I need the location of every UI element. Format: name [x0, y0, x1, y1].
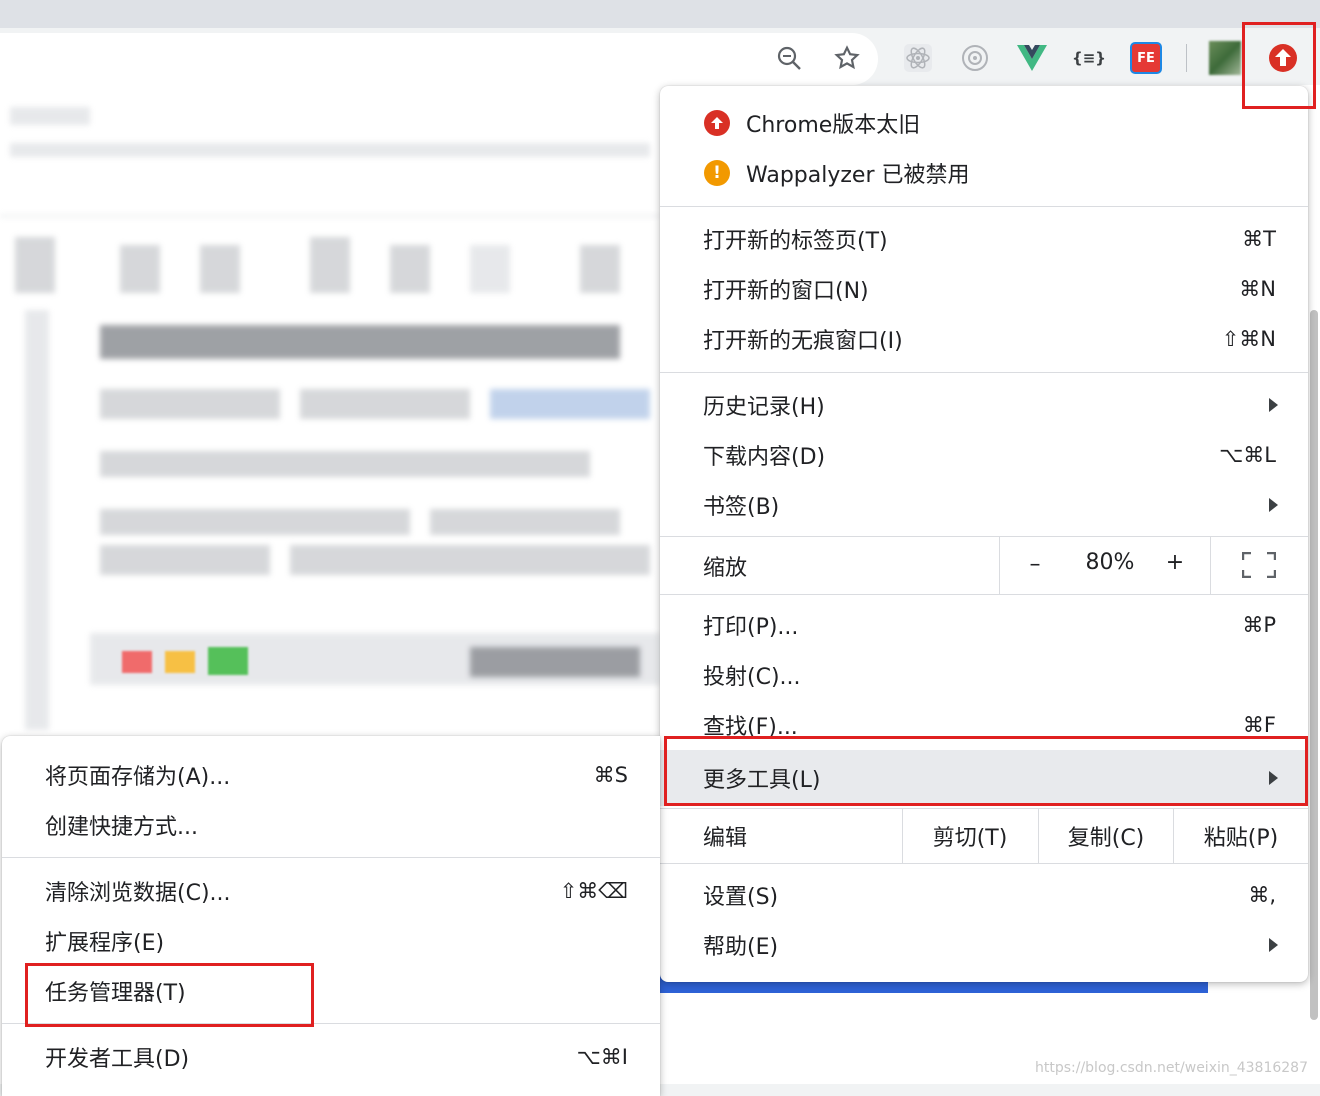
menu-divider	[660, 808, 1308, 809]
zoom-out-button[interactable]: –	[1020, 552, 1050, 582]
paste-button[interactable]: 粘贴(P)	[1174, 810, 1308, 862]
menu-item-shortcut: ⌘S	[593, 763, 628, 787]
json-viewer-icon[interactable]: {≡}	[1071, 40, 1107, 76]
chrome-update-icon	[704, 110, 730, 136]
cut-button[interactable]: 剪切(T)	[903, 810, 1037, 862]
menu-divider	[660, 594, 1308, 595]
zoom-level: 80%	[1085, 550, 1135, 575]
menu-item-new-incognito[interactable]: 打开新的无痕窗口(I) ⇧⌘N	[660, 314, 1308, 364]
menu-item-downloads[interactable]: 下载内容(D) ⌥⌘L	[660, 430, 1308, 480]
menu-item-print[interactable]: 打印(P)... ⌘P	[660, 600, 1308, 650]
menu-item-shortcut: ⌥⌘I	[576, 1045, 628, 1069]
menu-item-shortcut: ⇧⌘N	[1221, 327, 1276, 351]
submenu-item-extensions[interactable]: 扩展程序(E)	[2, 916, 660, 966]
menu-item-label: 投射(C)...	[703, 665, 801, 690]
vue-devtools-icon[interactable]	[1014, 40, 1050, 76]
submenu-item-clear-data[interactable]: 清除浏览数据(C)... ⇧⌘⌫	[2, 866, 660, 916]
menu-item-label: 打开新的无痕窗口(I)	[703, 329, 903, 354]
wappalyzer-disabled-notice[interactable]: ! Wappalyzer 已被禁用	[660, 148, 1308, 198]
more-tools-submenu: 将页面存储为(A)... ⌘S 创建快捷方式... 清除浏览数据(C)... ⇧…	[2, 736, 660, 1096]
tab-strip	[0, 0, 1320, 28]
menu-item-history[interactable]: 历史记录(H)	[660, 380, 1308, 430]
toolbar-separator	[1186, 44, 1187, 72]
edit-label: 编辑	[703, 826, 748, 851]
annotation-box-task-manager	[25, 963, 314, 1027]
menu-item-bookmarks[interactable]: 书签(B)	[660, 480, 1308, 530]
profile-avatar[interactable]	[1207, 40, 1243, 76]
menu-item-label: 下载内容(D)	[703, 445, 826, 470]
menu-divider	[2, 857, 660, 858]
zoom-divider	[999, 537, 1000, 594]
menu-item-label: 书签(B)	[703, 495, 780, 520]
menu-item-settings[interactable]: 设置(S) ⌘,	[660, 870, 1308, 920]
menu-divider	[660, 863, 1308, 864]
menu-item-label: 打印(P)...	[703, 615, 799, 640]
menu-item-new-window[interactable]: 打开新的窗口(N) ⌘N	[660, 264, 1308, 314]
menu-item-label: 帮助(E)	[703, 935, 779, 960]
submenu-arrow-icon	[1269, 938, 1278, 952]
menu-item-label: 历史记录(H)	[703, 395, 825, 420]
address-bar[interactable]	[0, 33, 878, 85]
chrome-update-notice[interactable]: Chrome版本太旧	[660, 98, 1308, 148]
zoom-divider	[1210, 537, 1211, 594]
react-devtools-icon[interactable]	[900, 40, 936, 76]
zoom-icon[interactable]	[771, 40, 807, 76]
menu-item-label: 打开新的标签页(T)	[703, 229, 888, 254]
page-scrollbar[interactable]	[1310, 310, 1318, 1020]
menu-item-label: 清除浏览数据(C)...	[45, 881, 231, 906]
annotation-box-update-icon	[1242, 22, 1316, 109]
submenu-arrow-icon	[1269, 398, 1278, 412]
submenu-item-dev-tools[interactable]: 开发者工具(D) ⌥⌘I	[2, 1032, 660, 1082]
watermark: https://blog.csdn.net/weixin_43816287	[1034, 1060, 1308, 1076]
menu-item-label: 打开新的窗口(N)	[703, 279, 869, 304]
wappalyzer-disabled-label: Wappalyzer 已被禁用	[746, 163, 970, 188]
chrome-main-menu: Chrome版本太旧 ! Wappalyzer 已被禁用 打开新的标签页(T) …	[660, 86, 1308, 982]
zoom-in-button[interactable]: +	[1160, 550, 1190, 580]
chrome-update-label: Chrome版本太旧	[746, 113, 921, 138]
menu-item-shortcut: ⇧⌘⌫	[559, 879, 628, 903]
menu-item-new-tab[interactable]: 打开新的标签页(T) ⌘T	[660, 214, 1308, 264]
submenu-item-create-shortcut[interactable]: 创建快捷方式...	[2, 800, 660, 850]
menu-item-label: 将页面存储为(A)...	[45, 765, 231, 790]
menu-item-cast[interactable]: 投射(C)...	[660, 650, 1308, 700]
wappalyzer-icon[interactable]	[957, 40, 993, 76]
menu-item-label: 开发者工具(D)	[45, 1047, 190, 1072]
menu-divider	[660, 372, 1308, 373]
menu-item-shortcut: ⌘F	[1242, 713, 1276, 737]
menu-item-label: 创建快捷方式...	[45, 815, 198, 840]
warning-icon: !	[704, 160, 730, 186]
fullscreen-icon[interactable]	[1241, 551, 1277, 579]
menu-item-shortcut: ⌘N	[1239, 277, 1276, 301]
fehelper-icon[interactable]: FE	[1128, 40, 1164, 76]
copy-button[interactable]: 复制(C)	[1039, 810, 1173, 862]
menu-item-shortcut: ⌘P	[1242, 613, 1276, 637]
submenu-item-save-page[interactable]: 将页面存储为(A)... ⌘S	[2, 750, 660, 800]
star-icon[interactable]	[829, 40, 865, 76]
menu-item-shortcut: ⌘,	[1248, 883, 1276, 907]
browser-toolbar: {≡} FE	[0, 0, 1320, 85]
menu-item-label: 设置(S)	[703, 885, 779, 910]
submenu-arrow-icon	[1269, 498, 1278, 512]
menu-item-label: 扩展程序(E)	[45, 931, 165, 956]
menu-item-shortcut: ⌘T	[1242, 227, 1276, 251]
zoom-label: 缩放	[703, 556, 748, 581]
annotation-box-more-tools	[664, 736, 1308, 806]
menu-divider	[660, 206, 1308, 207]
menu-item-help[interactable]: 帮助(E)	[660, 920, 1308, 970]
menu-item-shortcut: ⌥⌘L	[1219, 443, 1276, 467]
